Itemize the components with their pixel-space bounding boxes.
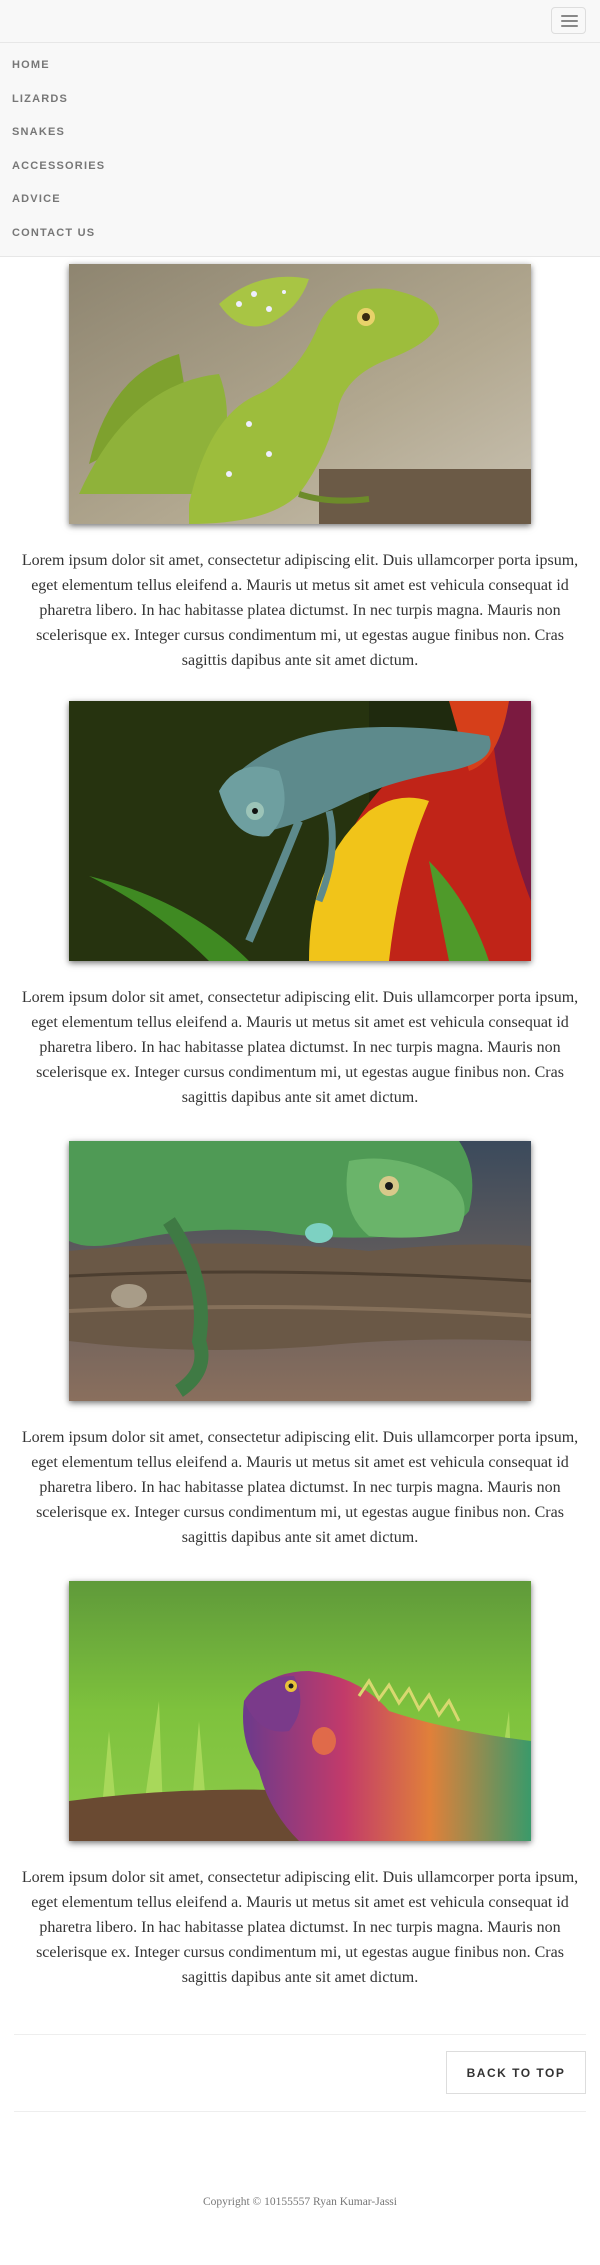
hamburger-icon[interactable] [551, 7, 586, 34]
copyright-text: Copyright © 10155557 Ryan Kumar-Jassi [203, 2196, 397, 2208]
nav-item-lizards[interactable]: LIZARDS [12, 93, 68, 105]
chameleon-on-flower-image [69, 701, 531, 961]
navbar: HOME LIZARDS SNAKES ACCESSORIES ADVICE C… [0, 0, 600, 257]
navbar-header [0, 0, 600, 43]
rainbow-iguana-in-grass-image [69, 1581, 531, 1841]
nav-item-snakes[interactable]: SNAKES [12, 126, 65, 138]
back-to-top-button[interactable]: BACK TO TOP [446, 2051, 586, 2094]
nav-item-contact-us[interactable]: CONTACT US [12, 227, 95, 239]
green-iguana-on-branch-image [69, 1141, 531, 1401]
nav-item-accessories[interactable]: ACCESSORIES [12, 160, 105, 172]
nav-item-home[interactable]: HOME [12, 59, 50, 71]
divider [14, 2111, 586, 2112]
divider [14, 2034, 586, 2035]
post-text: Lorem ipsum dolor sit amet, consectetur … [21, 1429, 579, 1546]
post-text: Lorem ipsum dolor sit amet, consectetur … [21, 989, 579, 1106]
nav-item-advice[interactable]: ADVICE [12, 193, 61, 205]
post-text: Lorem ipsum dolor sit amet, consectetur … [21, 552, 579, 669]
post-text: Lorem ipsum dolor sit amet, consectetur … [21, 1869, 579, 1986]
green-basilisk-lizard-image [69, 264, 531, 524]
